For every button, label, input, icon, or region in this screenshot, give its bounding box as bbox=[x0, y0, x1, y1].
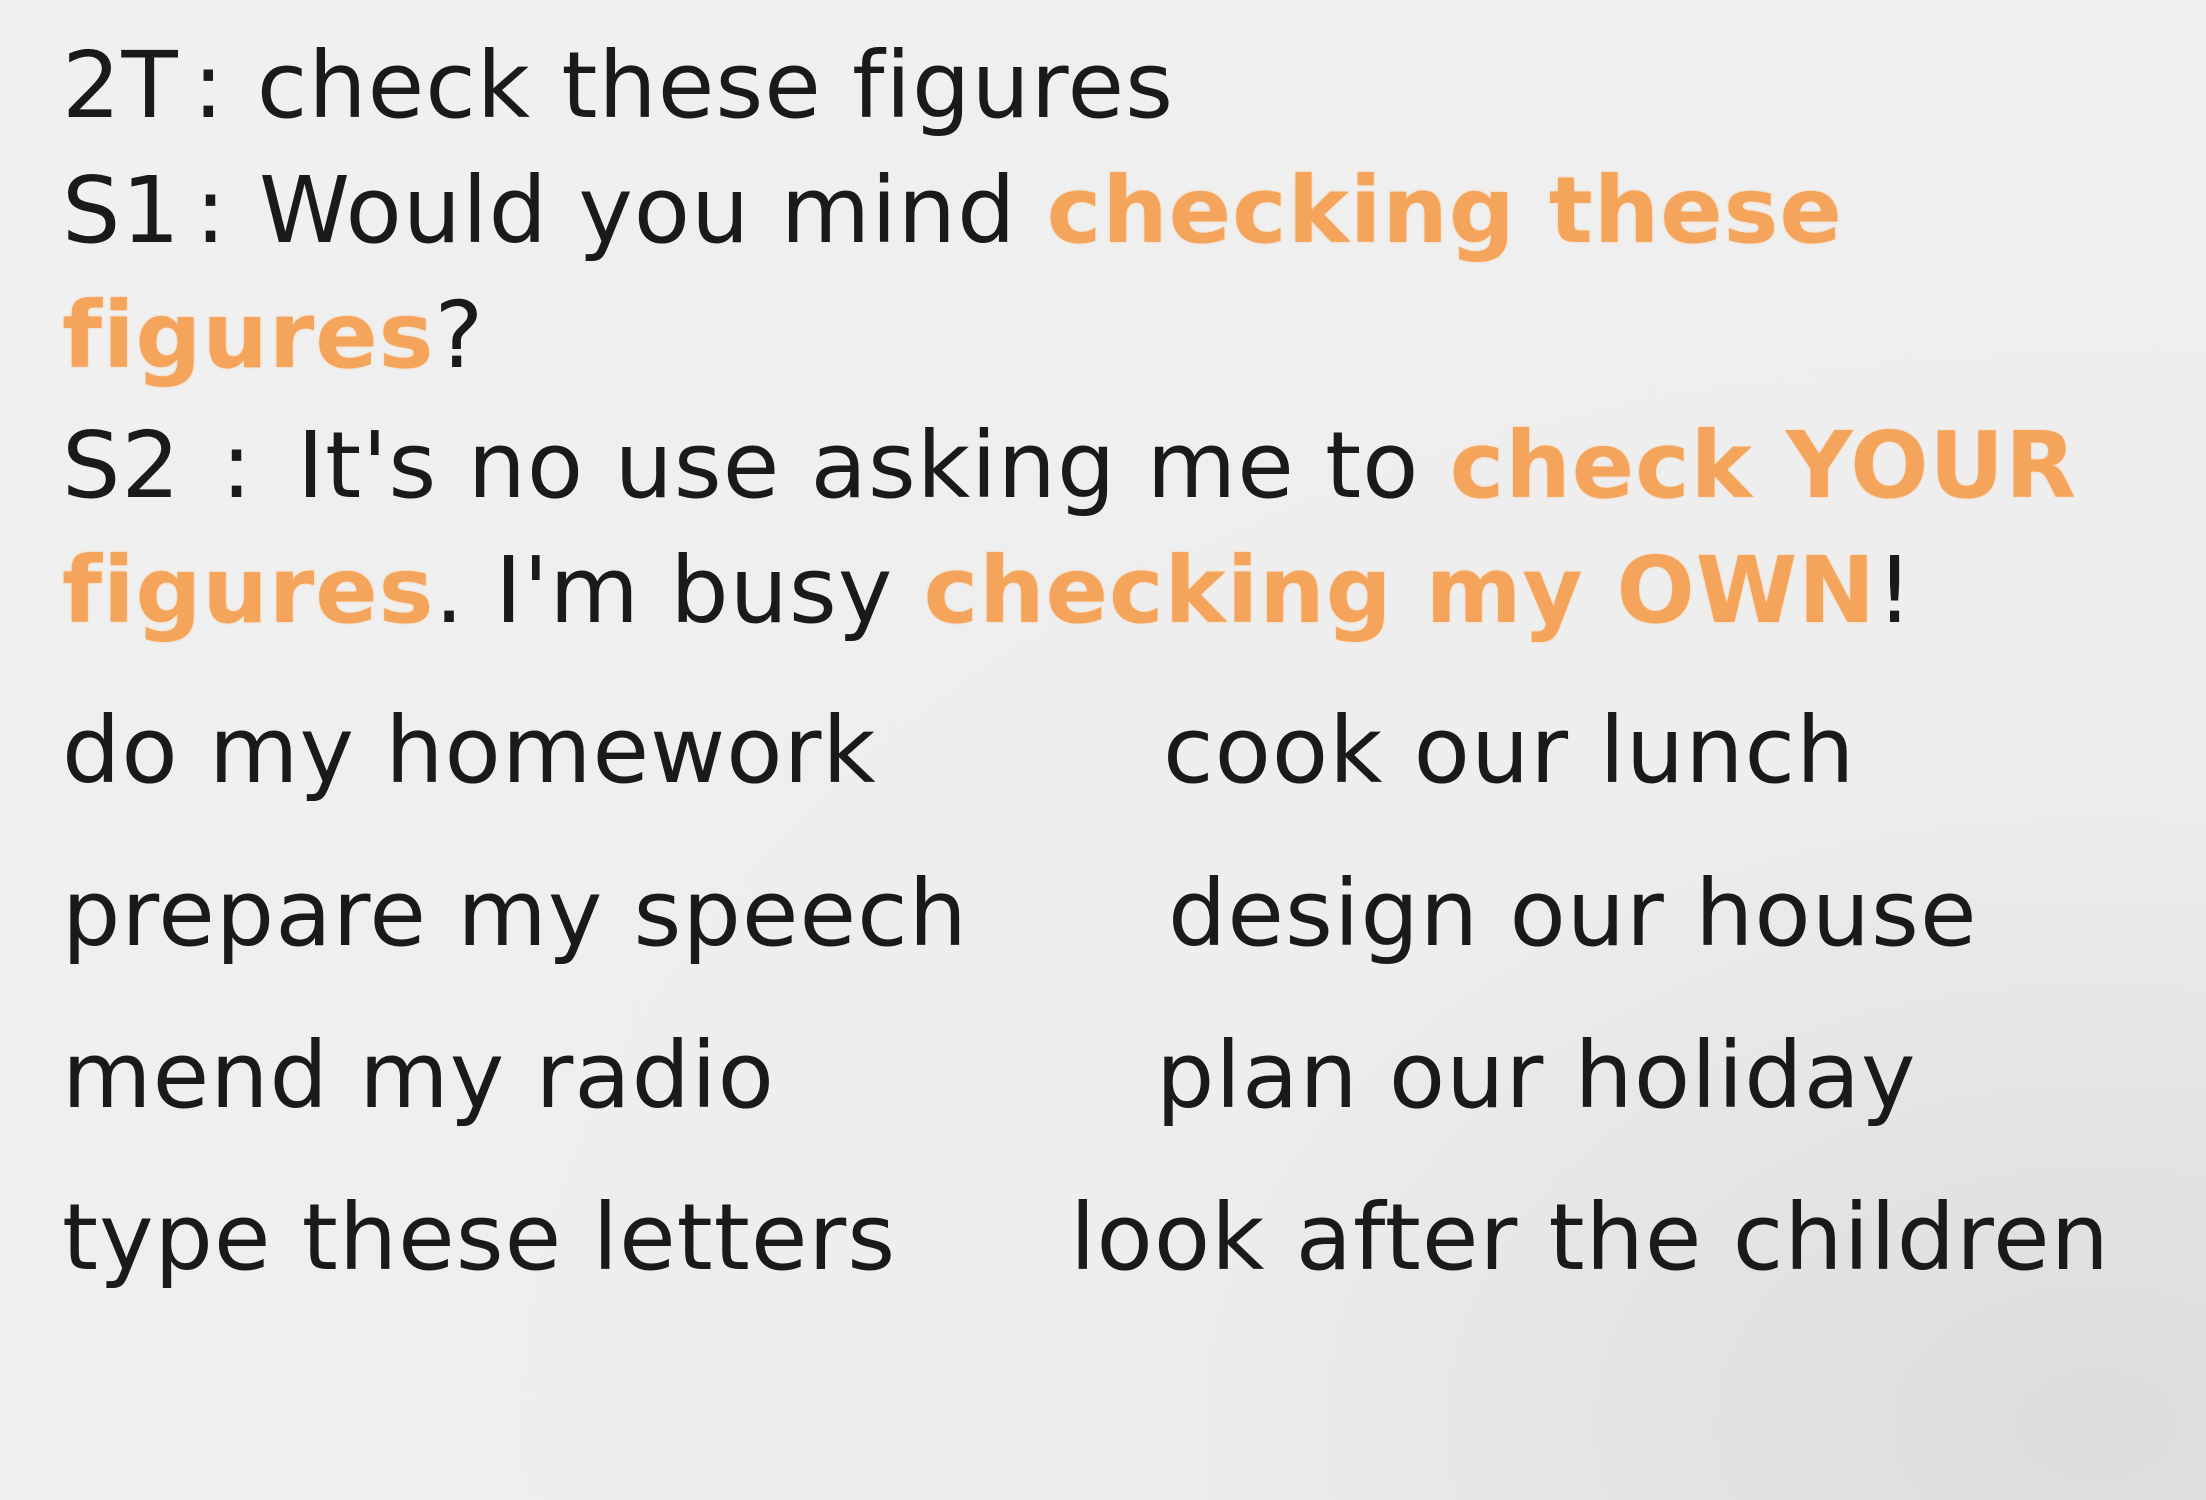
dialogue-line-s1-continued: figures? bbox=[62, 290, 484, 382]
speaker-label: 2T bbox=[62, 32, 179, 139]
phrase-right-1: cook our lunch bbox=[1163, 697, 1856, 804]
dialogue-text: check these figures bbox=[256, 32, 1175, 139]
dialogue-line-s2: S2: It's no use asking me to check YOUR bbox=[62, 420, 2077, 512]
dialogue-text: ! bbox=[1876, 537, 1915, 644]
phrase-left-3: mend my radio bbox=[62, 1022, 775, 1129]
speaker-label: S1 bbox=[62, 157, 181, 264]
speaker-colon: : bbox=[220, 412, 253, 519]
dialogue-text: . I'm busy bbox=[434, 537, 924, 644]
speaker-label: S2 bbox=[62, 412, 181, 519]
dialogue-text: ? bbox=[434, 282, 485, 389]
phrase-left-1: do my homework bbox=[62, 697, 877, 804]
phrase-right-3: plan our holiday bbox=[1156, 1022, 1917, 1129]
dialogue-line-s1: S1: Would you mind checking these bbox=[62, 165, 1843, 257]
highlighted-phrase: check YOUR bbox=[1449, 412, 2077, 519]
slide: 2T: check these figures S1: Would you mind… bbox=[0, 0, 2206, 1500]
highlighted-phrase: checking my OWN bbox=[923, 537, 1877, 644]
highlighted-phrase: checking these bbox=[1046, 157, 1843, 264]
speaker-colon: : bbox=[192, 32, 225, 139]
phrase-right-4: look after the children bbox=[1070, 1184, 2110, 1291]
dialogue-text: Would you mind bbox=[258, 157, 1047, 264]
highlighted-phrase: figures bbox=[62, 537, 435, 644]
phrase-left-2: prepare my speech bbox=[62, 860, 968, 967]
speaker-colon: : bbox=[194, 157, 227, 264]
phrase-right-2: design our house bbox=[1168, 860, 1978, 967]
dialogue-line-2t: 2T: check these figures bbox=[62, 40, 1174, 132]
highlighted-phrase: figures bbox=[62, 282, 435, 389]
dialogue-text: It's no use asking me to bbox=[296, 412, 1450, 519]
phrase-left-4: type these letters bbox=[62, 1184, 897, 1291]
dialogue-line-s2-continued: figures. I'm busy checking my OWN! bbox=[62, 545, 1914, 637]
